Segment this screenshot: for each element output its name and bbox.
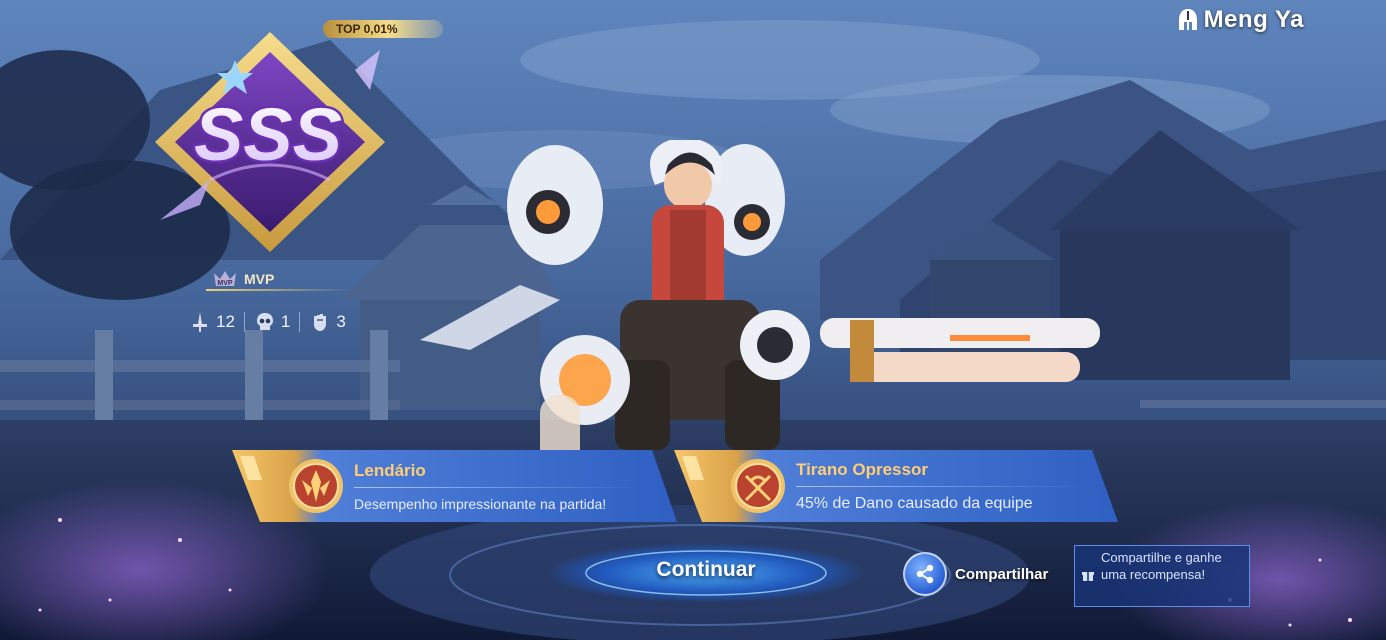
achievement-description: 45% de Dano causado da equipe (796, 494, 1033, 512)
top-percent-badge: TOP 0,01% (323, 20, 443, 38)
share-icon-circle[interactable] (903, 552, 947, 596)
skull-deaths-icon (256, 313, 273, 330)
achievement-banner-legendary: Lendário Desempenho impressionante na pa… (232, 450, 677, 522)
deaths-value: 1 (280, 312, 291, 331)
mvp-underline (206, 289, 352, 291)
share-icon (916, 564, 934, 584)
continue-button[interactable]: Continuar (543, 540, 869, 606)
mvp-row: MVP MVP (206, 268, 352, 291)
top-percent-text: TOP 0,01% (336, 22, 398, 36)
assists-stat: 3 (300, 311, 354, 333)
continue-label[interactable]: Continuar (543, 558, 869, 582)
rank-grade: SSS (194, 93, 342, 176)
achievement-divider (354, 486, 644, 488)
gift-icon (1082, 572, 1094, 581)
achievement-title: Tirano Opressor (796, 459, 928, 479)
sword-kills-icon (193, 312, 207, 332)
oppressor-medal-icon (731, 459, 785, 513)
reward-tip-text: Compartilhe e ganhe uma recompensa! (1101, 550, 1222, 582)
achievement-banner-oppressor: Tirano Opressor 45% de Dano causado da e… (674, 450, 1118, 522)
sss-rank-emblem: SSS (155, 32, 385, 252)
player-name-tag: Meng Ya (1178, 6, 1304, 34)
kda-stats: 12 1 3 (180, 311, 355, 333)
achievement-divider (796, 485, 1086, 487)
share-reward-tooltip: Compartilhe e ganhe uma recompensa! (1074, 545, 1250, 607)
helmet-icon (1178, 9, 1197, 30)
kills-value: 12 (216, 312, 235, 331)
kills-stat: 12 (180, 311, 244, 333)
mvp-label: MVP (244, 271, 275, 287)
player-name: Meng Ya (1203, 6, 1304, 33)
fist-assists-icon (314, 314, 327, 331)
mvp-icon: MVP (214, 271, 236, 287)
svg-text:MVP: MVP (217, 280, 233, 287)
share-button[interactable]: Compartilhar (903, 552, 1048, 596)
legendary-medal-icon (289, 459, 343, 513)
assists-value: 3 (336, 312, 346, 331)
share-label[interactable]: Compartilhar (955, 566, 1048, 583)
achievement-title: Lendário (354, 460, 426, 480)
deaths-stat: 1 (245, 311, 299, 333)
achievement-description: Desempenho impressionante na partida! (354, 495, 607, 512)
